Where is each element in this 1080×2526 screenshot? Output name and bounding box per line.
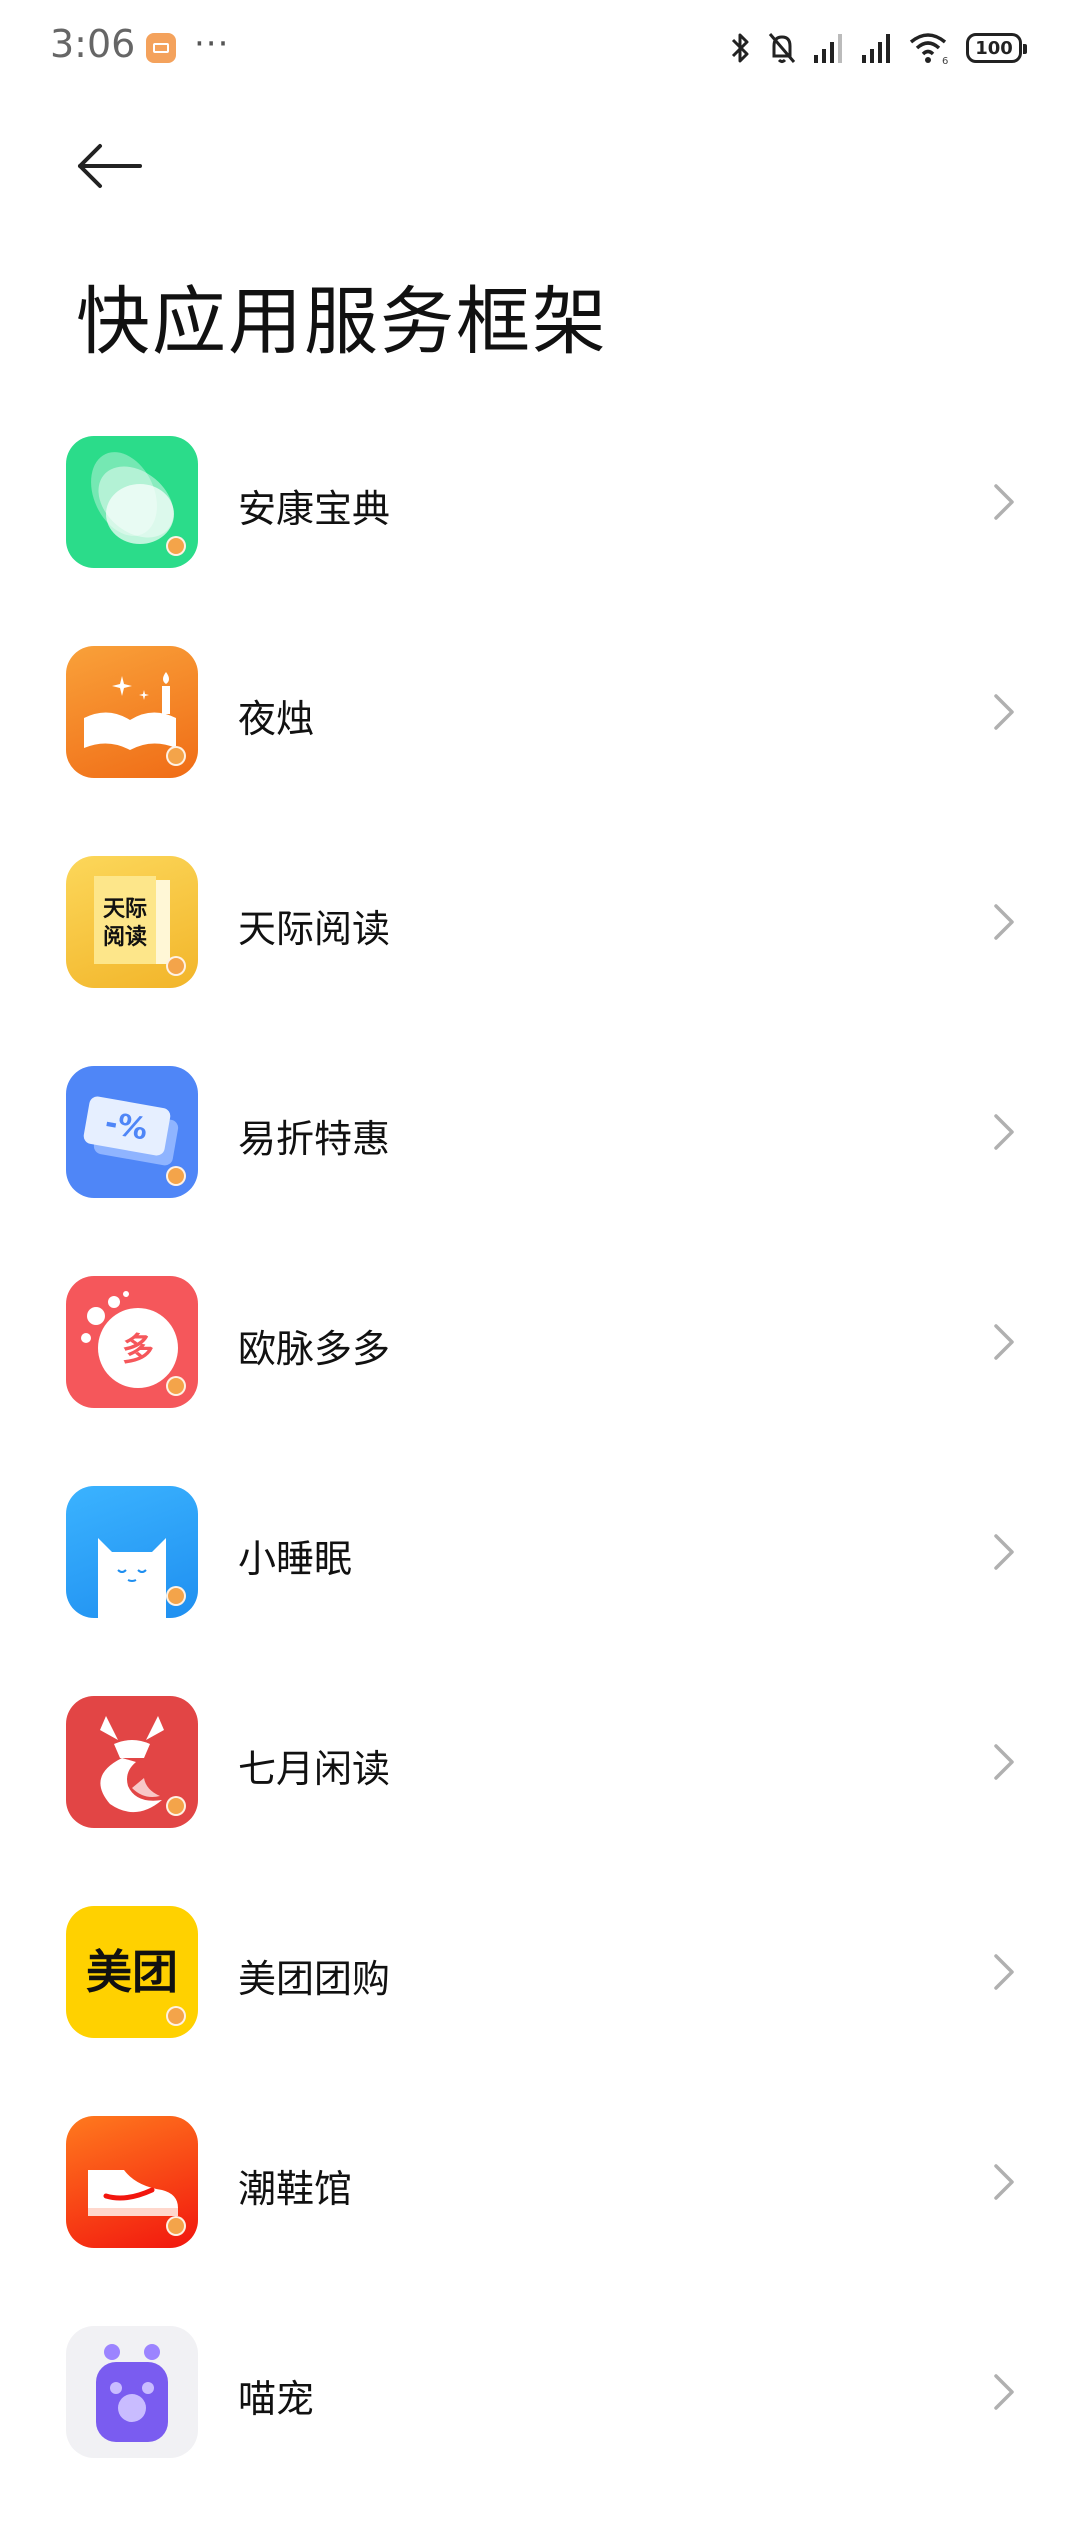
chevron-right-icon — [994, 1744, 1014, 1780]
chevron-right-icon — [994, 904, 1014, 940]
quick-app-badge-icon — [166, 1796, 186, 1816]
list-item-chaoxie[interactable]: 潮鞋馆 — [0, 2106, 1080, 2316]
chevron-right-icon — [994, 694, 1014, 730]
yellow-book-icon: 天际 阅读 — [66, 856, 198, 988]
app-list: 安康宝典 夜烛 天际 阅读 天际阅读 -% 易折特惠 多 欧脉多多 小睡眠 七月… — [0, 426, 1080, 2526]
bubble-duo-icon: 多 — [66, 1276, 198, 1408]
svg-text:阅读: 阅读 — [103, 925, 147, 950]
app-name: 美团团购 — [238, 1957, 391, 2001]
app-name: 潮鞋馆 — [238, 2167, 353, 2211]
chevron-right-icon — [994, 1534, 1014, 1570]
status-time: 3:06 — [50, 22, 136, 66]
quick-app-badge-icon — [166, 1586, 186, 1606]
battery-icon: 100 — [966, 33, 1027, 63]
bluetooth-icon — [731, 33, 749, 63]
chevron-right-icon — [994, 1114, 1014, 1150]
app-name: 小睡眠 — [238, 1537, 353, 1581]
svg-text:6: 6 — [942, 56, 948, 66]
quick-app-badge-icon — [166, 536, 186, 556]
app-name: 七月闲读 — [238, 1747, 391, 1791]
app-name: 喵宠 — [238, 2377, 315, 2421]
app-name: 夜烛 — [238, 697, 315, 741]
back-button[interactable] — [70, 134, 150, 204]
list-item-xiaoshuimian[interactable]: 小睡眠 — [0, 1476, 1080, 1686]
cat-paw-icon — [66, 2326, 198, 2458]
list-item-yezhu[interactable]: 夜烛 — [0, 636, 1080, 846]
app-name: 天际阅读 — [238, 907, 391, 951]
list-item-meituan[interactable]: 美团 美团团购 — [0, 1896, 1080, 2106]
list-item-oumai[interactable]: 多 欧脉多多 — [0, 1266, 1080, 1476]
svg-text:天际: 天际 — [103, 897, 147, 922]
list-item-yizhe[interactable]: -% 易折特惠 — [0, 1056, 1080, 1266]
chevron-right-icon — [994, 484, 1014, 520]
app-name: 易折特惠 — [238, 1117, 391, 1161]
page-title: 快应用服务框架 — [76, 279, 608, 365]
signal-2-icon — [862, 34, 890, 63]
chevron-right-icon — [994, 2164, 1014, 2200]
quick-app-badge-icon — [166, 1376, 186, 1396]
quick-app-badge-icon — [166, 746, 186, 766]
list-item-miaochong[interactable]: 喵宠 — [0, 2316, 1080, 2526]
status-bar: 3:06 ··· 6 100 — [0, 0, 1080, 96]
quick-app-badge-icon — [166, 1166, 186, 1186]
open-book-candle-icon — [66, 646, 198, 778]
discount-ticket-icon: -% — [66, 1066, 198, 1198]
back-arrow-icon — [78, 144, 142, 188]
notification-app-icon — [146, 33, 176, 63]
battery-level: 100 — [975, 37, 1013, 59]
quick-app-badge-icon — [166, 2006, 186, 2026]
chevron-right-icon — [994, 2374, 1014, 2410]
list-item-ankang[interactable]: 安康宝典 — [0, 426, 1080, 636]
meituan-logo-icon: 美团 — [66, 1906, 198, 2038]
chevron-right-icon — [994, 1324, 1014, 1360]
chevron-right-icon — [994, 1954, 1014, 1990]
svg-text:美团: 美团 — [86, 1945, 178, 1999]
signal-1-icon — [814, 34, 842, 63]
leaf-layers-icon — [66, 436, 198, 568]
quick-app-badge-icon — [166, 956, 186, 976]
wifi-icon: 6 — [909, 33, 948, 66]
quick-app-badge-icon — [166, 2216, 186, 2236]
svg-text:多: 多 — [122, 1330, 154, 1368]
mute-bell-icon — [768, 33, 796, 63]
list-item-tianji[interactable]: 天际 阅读 天际阅读 — [0, 846, 1080, 1056]
status-icons: 6 100 — [730, 26, 1027, 70]
sleeping-cat-icon — [66, 1486, 198, 1618]
app-name: 安康宝典 — [238, 487, 391, 531]
app-name: 欧脉多多 — [238, 1327, 391, 1371]
svg-text:-%: -% — [102, 1106, 150, 1148]
list-item-qiyue[interactable]: 七月闲读 — [0, 1686, 1080, 1896]
sneaker-icon — [66, 2116, 198, 2248]
deer-icon — [66, 1696, 198, 1828]
more-notifications-icon: ··· — [194, 24, 230, 64]
